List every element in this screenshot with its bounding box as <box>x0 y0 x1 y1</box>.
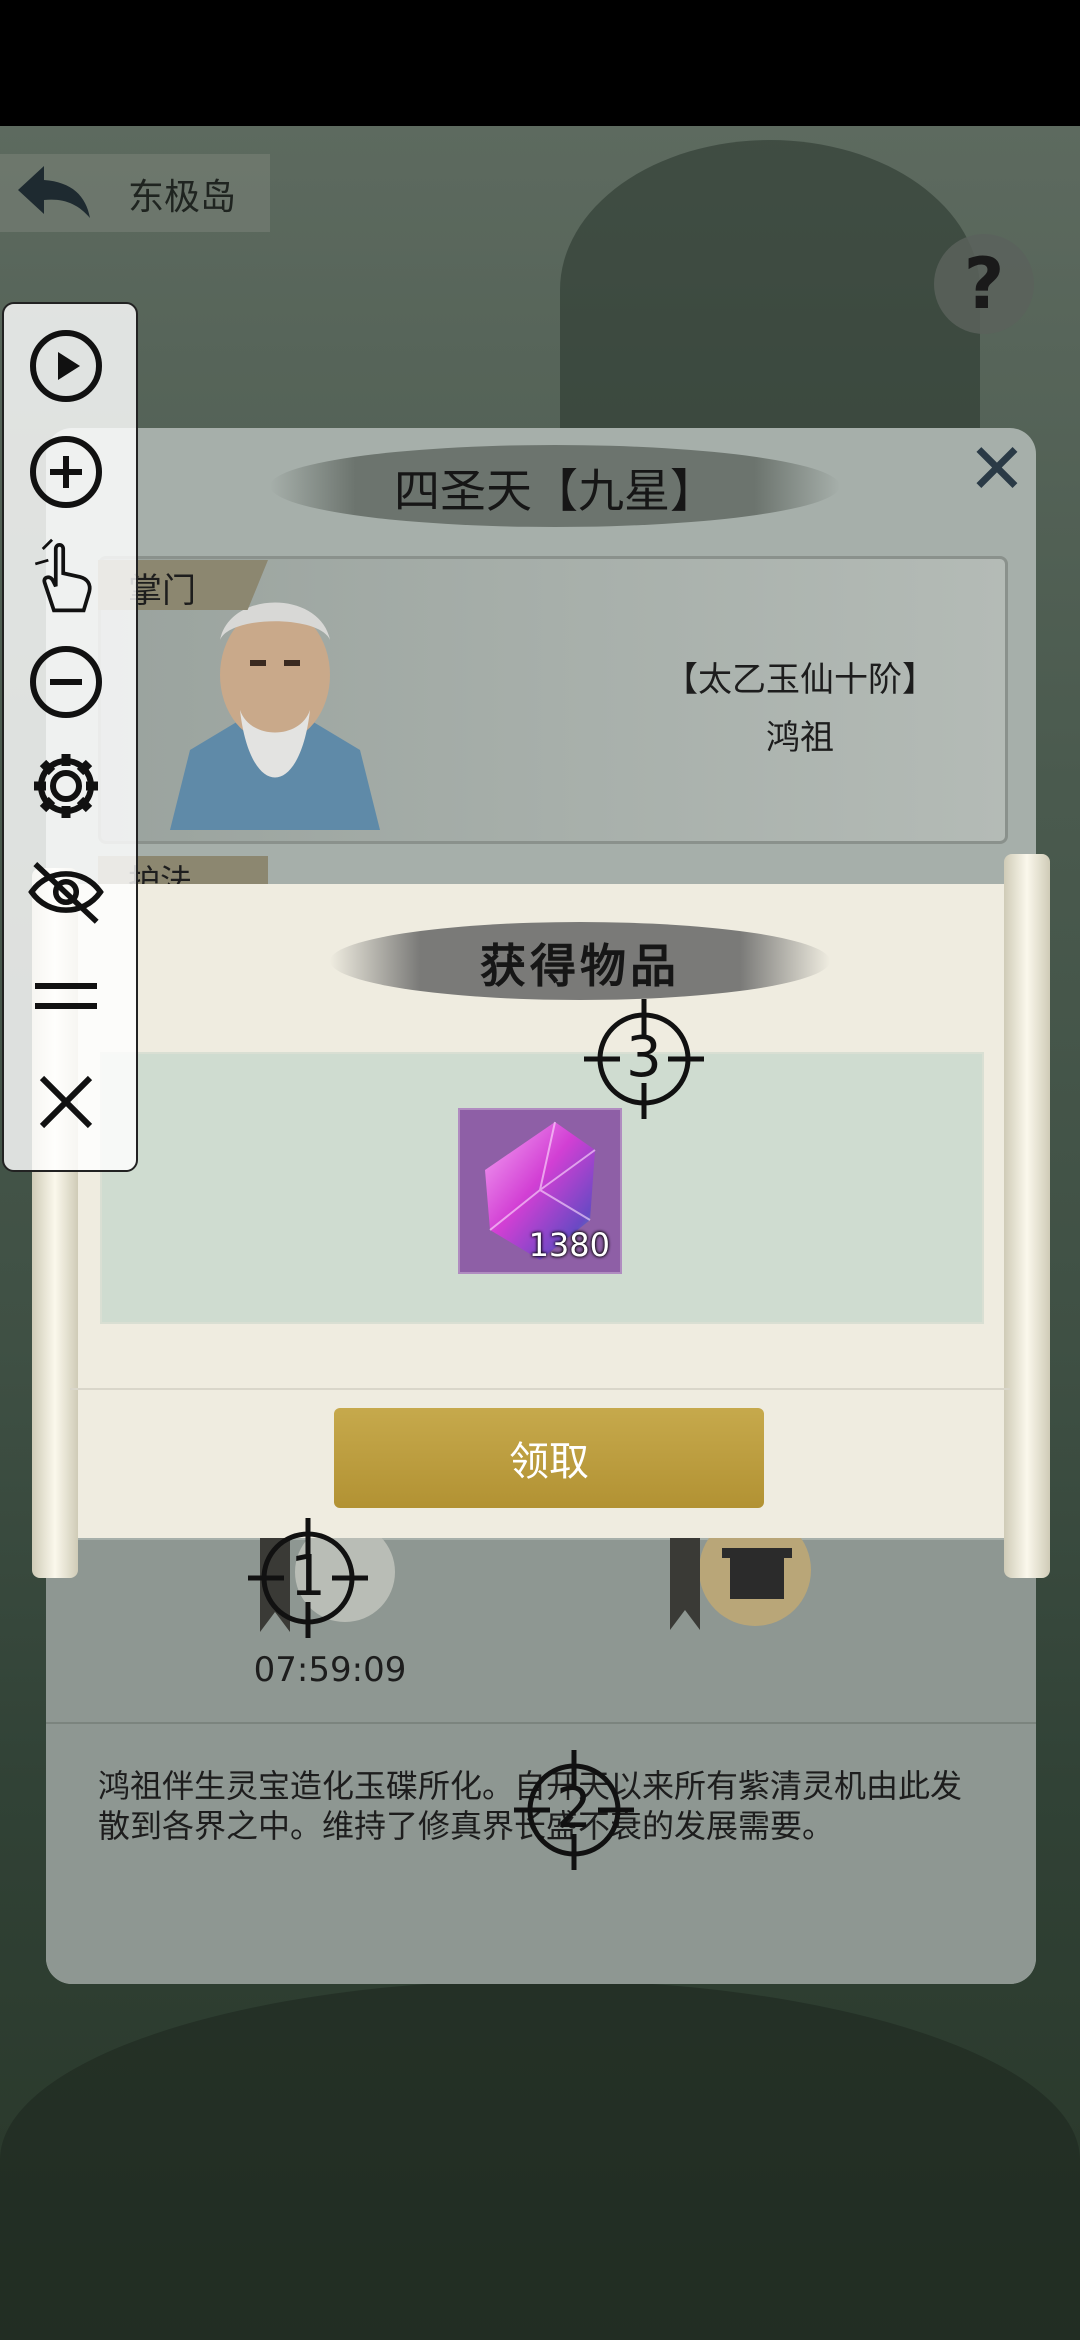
panel-title: 四圣天【九星】 <box>394 464 716 518</box>
master-portrait <box>170 602 380 830</box>
master-name: 鸿祖 <box>766 718 834 758</box>
scroll-decoration-line <box>70 1388 1010 1390</box>
zoom-out-icon[interactable] <box>26 642 106 722</box>
storehouse-icon[interactable] <box>660 1520 820 1640</box>
marker-label-2: 2 <box>556 1776 592 1841</box>
background-mountain <box>0 1980 1080 2340</box>
settings-icon[interactable] <box>26 746 106 826</box>
master-tag-label: 掌门 <box>128 571 196 611</box>
modal-title: 获得物品 <box>480 939 680 993</box>
divider <box>46 1722 1036 1724</box>
close-icon[interactable] <box>26 1062 106 1142</box>
play-icon[interactable] <box>26 326 106 406</box>
claim-button[interactable]: 领取 <box>334 1408 764 1508</box>
marker-label-3: 3 <box>626 1025 662 1090</box>
scroll-roller-right <box>1004 854 1050 1578</box>
tap-gesture-icon[interactable] <box>26 536 106 616</box>
marker-label-1: 1 <box>290 1544 326 1609</box>
collect-timer: 07:59:09 <box>253 1650 407 1690</box>
background-mountain <box>560 140 980 440</box>
status-bar <box>0 0 1080 126</box>
back-arrow-icon[interactable] <box>14 160 94 224</box>
help-button[interactable]: ? <box>934 234 1034 334</box>
zoom-in-icon[interactable] <box>26 432 106 512</box>
master-rank: 【太乙玉仙十阶】 <box>664 660 936 700</box>
reward-item-count: 1380 <box>528 1226 610 1264</box>
close-panel-button[interactable]: ✕ <box>962 434 1032 504</box>
hide-icon[interactable] <box>26 852 106 932</box>
location-title: 东极岛 <box>128 177 237 218</box>
menu-icon[interactable] <box>26 956 106 1036</box>
